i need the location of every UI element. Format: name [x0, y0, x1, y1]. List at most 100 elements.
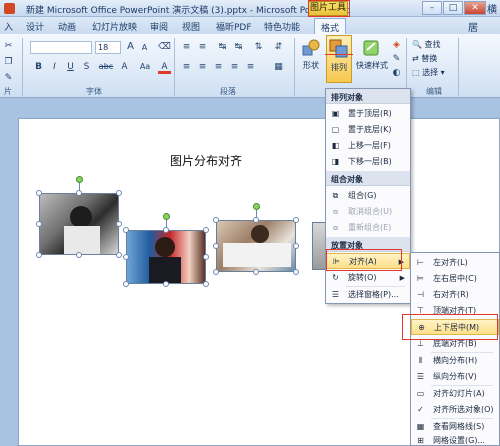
picture-2[interactable] [126, 230, 206, 284]
menu-item-align-to-slide[interactable]: ▭ 对齐幻灯片(A) [411, 386, 499, 402]
replace-button[interactable]: ⇄ 替换 [412, 53, 437, 64]
menu-item-align-center[interactable]: ⊨ 左右居中(C) [411, 271, 499, 287]
menu-item-send-backward[interactable]: ◨ 下移一层(B) [326, 154, 410, 170]
shape-effects-icon[interactable]: ◐ [390, 67, 403, 80]
justify-icon[interactable]: ≡ [228, 61, 241, 74]
bullets-icon[interactable]: ≡ [180, 41, 193, 54]
resize-handle[interactable] [203, 227, 209, 233]
tab-review[interactable]: 审阅 [150, 20, 168, 33]
resize-handle[interactable] [213, 217, 219, 223]
menu-item-label: 右对齐(R) [433, 290, 469, 299]
shapes-button[interactable]: 形状 [300, 38, 322, 78]
font-color-button[interactable]: A [158, 61, 171, 74]
resize-handle[interactable] [253, 269, 259, 275]
resize-handle[interactable] [163, 281, 169, 287]
picture-1[interactable] [39, 193, 119, 255]
resize-handle[interactable] [36, 252, 42, 258]
tab-foxit-pdf[interactable]: 福昕PDF [216, 20, 252, 33]
underline-button[interactable]: U [64, 61, 77, 74]
clear-format-icon[interactable]: ⌫ [158, 41, 171, 54]
resize-handle[interactable] [123, 281, 129, 287]
menu-item-send-to-back[interactable]: ▢ 置于底层(K) [326, 122, 410, 138]
menu-item-selection-pane[interactable]: ☰ 选择窗格(P)... [326, 287, 410, 303]
shape-fill-icon[interactable]: ◈ [390, 39, 403, 52]
increase-indent-icon[interactable]: ↹ [232, 41, 245, 54]
strikethrough-button[interactable]: abc [96, 61, 116, 74]
line-spacing-icon[interactable]: ⇅ [252, 41, 265, 54]
rotation-handle[interactable] [76, 176, 83, 183]
tab-slideshow[interactable]: 幻灯片放映 [92, 20, 137, 33]
resize-handle[interactable] [116, 221, 122, 227]
menu-item-distribute-vertical[interactable]: ☰ 纵向分布(V) [411, 369, 499, 385]
menu-item-group[interactable]: ⧉ 组合(G) [326, 188, 410, 204]
font-name-box[interactable] [30, 41, 92, 54]
resize-handle[interactable] [203, 254, 209, 260]
cut-icon[interactable]: ✂ [2, 40, 15, 53]
resize-handle[interactable] [123, 254, 129, 260]
maximize-button[interactable]: □ [443, 1, 463, 15]
find-button[interactable]: 🔍 查找 [412, 39, 441, 50]
tab-format[interactable]: 格式 [314, 18, 347, 34]
menu-item-align-left[interactable]: ⊢ 左对齐(L) [411, 255, 499, 271]
tab-animation[interactable]: 动画 [58, 20, 76, 33]
resize-handle[interactable] [293, 269, 299, 275]
shadow-button[interactable]: S [80, 61, 93, 74]
bold-button[interactable]: B [32, 61, 45, 74]
app-icon[interactable] [4, 3, 15, 14]
picture-3[interactable] [216, 220, 296, 272]
resize-handle[interactable] [123, 227, 129, 233]
smartart-icon[interactable]: ▦ [272, 61, 285, 74]
close-button[interactable]: ✕ [464, 1, 486, 15]
menu-item-bring-forward[interactable]: ◧ 上移一层(F) [326, 138, 410, 154]
slide-title[interactable]: 图片分布对齐 [170, 152, 242, 169]
resize-handle[interactable] [203, 281, 209, 287]
menu-item-regroup[interactable]: ⧇ 重新组合(E) [326, 220, 410, 236]
menu-item-rotate[interactable]: ↻ 旋转(O) ▶ [326, 270, 410, 286]
arrange-label: 排列 [331, 63, 347, 72]
rotation-handle[interactable] [163, 213, 170, 220]
font-size-box[interactable]: 18 [95, 41, 121, 54]
resize-handle[interactable] [76, 252, 82, 258]
menu-item-distribute-horizontal[interactable]: ⫴ 横向分布(H) [411, 353, 499, 369]
select-button[interactable]: ⬚ 选择 ▾ [412, 67, 445, 78]
resize-handle[interactable] [293, 243, 299, 249]
group-divider [294, 38, 295, 96]
resize-handle[interactable] [213, 269, 219, 275]
minimize-button[interactable]: – [422, 1, 442, 15]
align-left-text-icon[interactable]: ≡ [180, 61, 193, 74]
rotation-handle[interactable] [253, 203, 260, 210]
decrease-indent-icon[interactable]: ↹ [216, 41, 229, 54]
menu-item-align-right[interactable]: ⊣ 右对齐(R) [411, 287, 499, 303]
char-spacing-button[interactable]: A [118, 61, 131, 74]
resize-handle[interactable] [36, 190, 42, 196]
menu-item-grid-settings[interactable]: ⊞ 网格设置(G)... [411, 433, 499, 446]
italic-button[interactable]: I [48, 61, 61, 74]
arrange-button[interactable]: 排列 [326, 35, 352, 83]
resize-handle[interactable] [213, 243, 219, 249]
quick-styles-button[interactable]: 快速样式 [356, 38, 388, 78]
numbering-icon[interactable]: ≡ [196, 41, 209, 54]
grow-font-button[interactable]: A [124, 41, 137, 54]
shrink-font-button[interactable]: A [138, 42, 151, 55]
group-divider [458, 38, 459, 96]
tab-special-features[interactable]: 特色功能 [264, 20, 300, 33]
resize-handle[interactable] [293, 217, 299, 223]
tab-insert[interactable]: 入 [4, 20, 13, 33]
text-direction-icon[interactable]: ⇵ [272, 41, 285, 54]
menu-item-bring-to-front[interactable]: ▣ 置于顶层(R) [326, 106, 410, 122]
resize-handle[interactable] [116, 190, 122, 196]
align-right-text-icon[interactable]: ≡ [212, 61, 225, 74]
tab-view[interactable]: 视图 [182, 20, 200, 33]
distributed-icon[interactable]: ≡ [244, 61, 257, 74]
picture-1-shirt [64, 226, 100, 254]
menu-item-align-selected[interactable]: ✓ 对齐所选对象(O) [411, 402, 499, 418]
align-center-text-icon[interactable]: ≡ [196, 61, 209, 74]
menu-item-ungroup[interactable]: ⧈ 取消组合(U) [326, 204, 410, 220]
resize-handle[interactable] [116, 252, 122, 258]
tab-design[interactable]: 设计 [26, 20, 44, 33]
format-painter-icon[interactable]: ✎ [2, 72, 15, 85]
shape-outline-icon[interactable]: ✎ [390, 53, 403, 66]
copy-icon[interactable]: ❐ [2, 56, 15, 69]
change-case-button[interactable]: Aa [136, 61, 154, 74]
resize-handle[interactable] [36, 221, 42, 227]
